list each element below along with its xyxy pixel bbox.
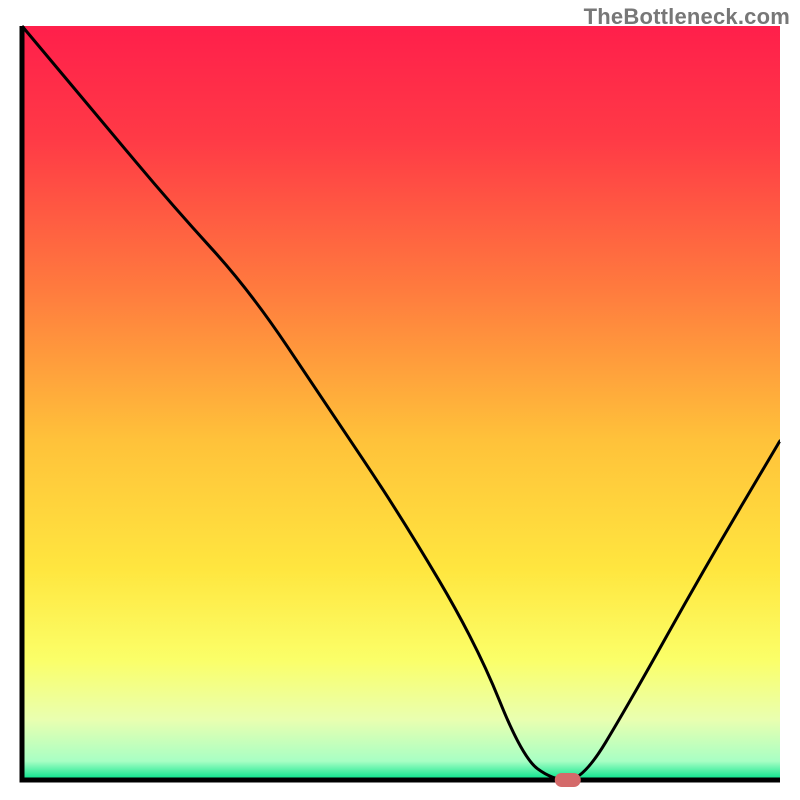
- bottleneck-plot: [0, 0, 800, 800]
- optimal-marker: [555, 773, 581, 787]
- chart-container: TheBottleneck.com: [0, 0, 800, 800]
- plot-background: [22, 26, 780, 780]
